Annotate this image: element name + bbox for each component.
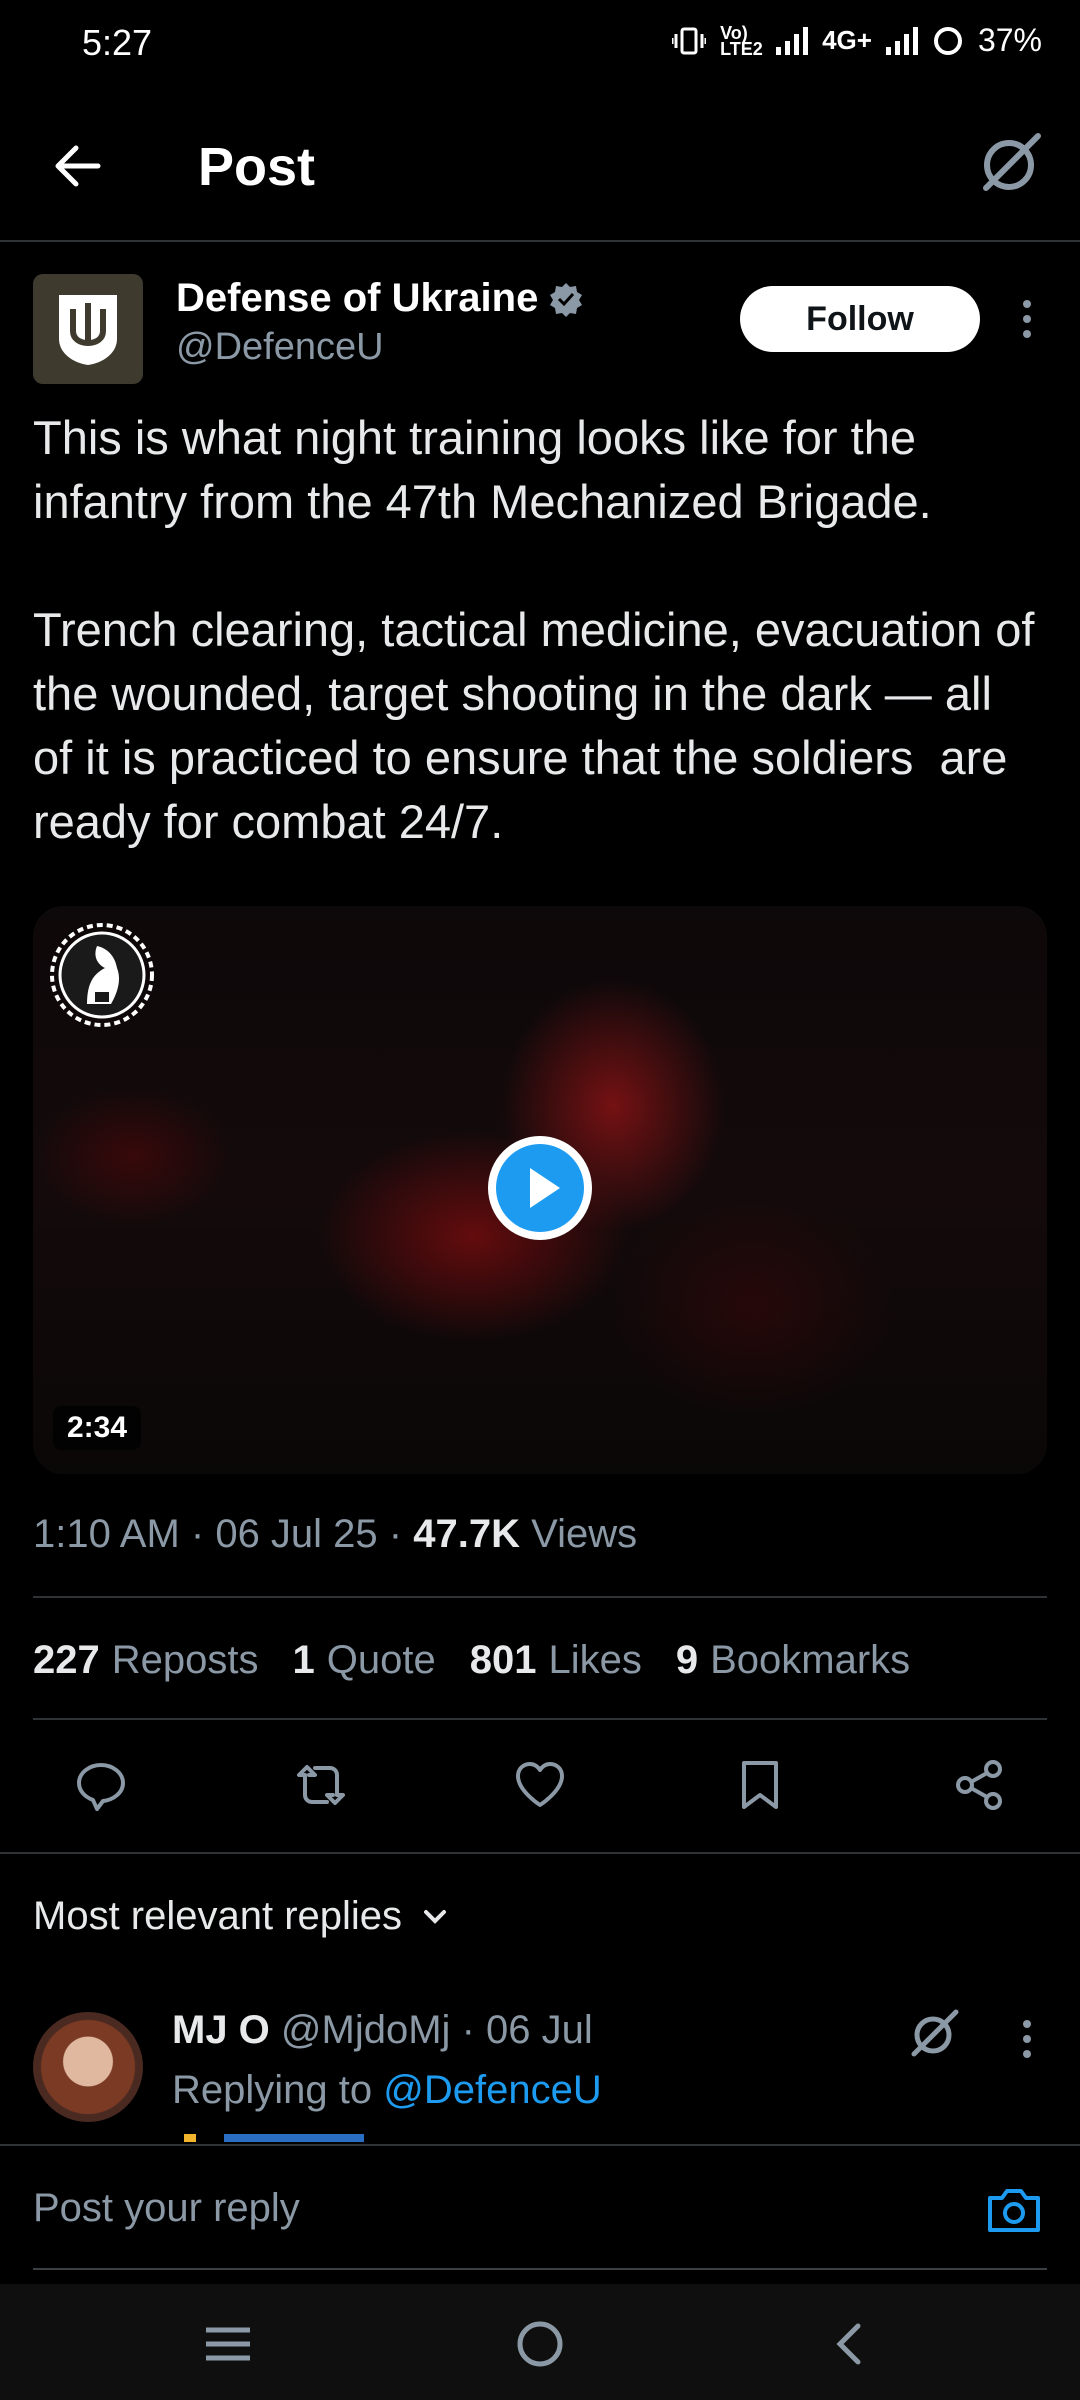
video-duration: 2:34 <box>53 1406 142 1450</box>
brigade-emblem-icon <box>50 923 154 1027</box>
video-player[interactable]: 2:34 <box>33 906 1047 1474</box>
action-bar <box>33 1752 1047 1818</box>
battery-level: 37% <box>977 22 1042 58</box>
reply-avatar[interactable] <box>33 2012 143 2122</box>
meta-separator: · <box>190 1512 216 1556</box>
play-button-icon[interactable] <box>486 1134 594 1242</box>
grok-icon[interactable] <box>908 2006 962 2060</box>
divider <box>33 1718 1047 1720</box>
recents-menu-icon[interactable] <box>198 2314 258 2374</box>
post-meta: 1:10 AM · 06 Jul 25 · 47.7K Views <box>33 1512 637 1557</box>
reply-author-name[interactable]: MJ O <box>172 2008 270 2052</box>
page-title: Post <box>198 137 316 197</box>
reply-author-handle[interactable]: @MjdoMj <box>281 2008 451 2052</box>
battery-icon <box>933 26 962 55</box>
share-icon[interactable] <box>951 1757 1007 1813</box>
top-app-bar: Post <box>0 86 1080 242</box>
grok-icon[interactable] <box>976 128 1046 198</box>
emoji-peek <box>184 2134 364 2142</box>
section-divider <box>0 1852 1080 1854</box>
reply-date: 06 Jul <box>486 2008 593 2052</box>
status-time: 5:27 <box>82 22 153 63</box>
status-icons: Vo) LTE2 4G+ 37% <box>672 22 1042 59</box>
reply-input[interactable]: Post your reply <box>33 2186 300 2231</box>
reply-sort-dropdown[interactable]: Most relevant replies <box>33 1894 450 1939</box>
reply-compose-bar[interactable]: Post your reply <box>0 2144 1080 2272</box>
network-type: 4G+ <box>822 25 872 55</box>
arrow-left-icon[interactable] <box>48 136 108 196</box>
like-heart-icon[interactable] <box>512 1757 568 1813</box>
more-options-icon[interactable] <box>1012 294 1042 344</box>
post-date[interactable]: 06 Jul 25 <box>215 1512 377 1556</box>
status-bar: 5:27 Vo) LTE2 4G+ 37% <box>0 0 1080 86</box>
meta-separator: · <box>461 2008 486 2052</box>
replying-to-label: Replying to <box>172 2068 373 2112</box>
post-text: This is what night training looks like f… <box>33 411 1035 848</box>
replying-to: Replying to @DefenceU <box>172 2068 602 2113</box>
meta-separator: · <box>388 1512 414 1556</box>
repost-icon[interactable] <box>293 1757 349 1813</box>
reply-icon[interactable] <box>73 1757 129 1813</box>
system-nav-bar <box>0 2284 1080 2400</box>
chevron-down-icon <box>424 1909 447 1924</box>
volte-badge: Vo) LTE2 <box>720 22 763 59</box>
stat-reposts[interactable]: 227 Reposts <box>33 1638 259 1683</box>
home-circle-icon[interactable] <box>510 2314 570 2374</box>
post-time[interactable]: 1:10 AM <box>33 1512 180 1556</box>
views-count: 47.7K <box>413 1512 520 1556</box>
replying-to-mention[interactable]: @DefenceU <box>383 2068 601 2112</box>
more-options-icon[interactable] <box>1012 2014 1042 2064</box>
reply-header: MJ O @MjdoMj · 06 Jul <box>172 2008 593 2053</box>
author-name-row[interactable]: Defense of Ukraine <box>176 276 584 321</box>
divider <box>33 1596 1047 1598</box>
stat-likes[interactable]: 801 Likes <box>470 1638 642 1683</box>
camera-icon[interactable] <box>984 2180 1044 2240</box>
trident-logo-icon <box>59 295 117 365</box>
stat-bookmarks[interactable]: 9 Bookmarks <box>676 1638 910 1683</box>
signal-icon <box>776 26 809 55</box>
author-avatar[interactable] <box>33 274 143 384</box>
signal-icon-2 <box>885 26 918 55</box>
stat-quotes[interactable]: 1 Quote <box>293 1638 436 1683</box>
follow-button[interactable]: Follow <box>740 286 980 352</box>
compose-underline <box>33 2268 1047 2270</box>
bookmark-icon[interactable] <box>732 1757 788 1813</box>
reply-sort-label: Most relevant replies <box>33 1894 403 1938</box>
views-label: Views <box>531 1512 638 1556</box>
vibrate-icon <box>672 27 707 54</box>
engagement-stats: 227 Reposts 1 Quote 801 Likes 9 Bookmarks <box>33 1638 910 1683</box>
author-handle[interactable]: @DefenceU <box>176 326 384 369</box>
author-name: Defense of Ukraine <box>176 276 539 320</box>
verified-badge-icon <box>550 282 583 317</box>
back-chevron-icon[interactable] <box>820 2314 880 2374</box>
